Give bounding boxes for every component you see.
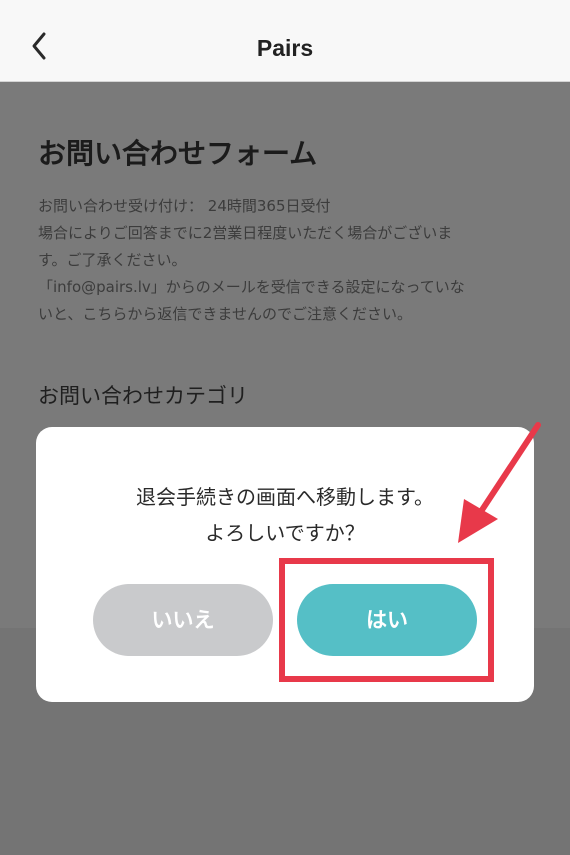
note-line: 場合によりご回答までに2営業日程度いただく場合がございま	[38, 224, 453, 242]
navigation-bar: Pairs	[0, 0, 570, 82]
form-notes: お問い合わせ受け付け： 24時間365日受付 場合によりご回答までに2営業日程度…	[38, 193, 528, 328]
category-label: お問い合わせカテゴリ	[38, 384, 248, 408]
note-line: いと、こちらから返信できませんのでご注意ください。	[38, 305, 412, 323]
arrow-annotation-icon	[458, 422, 541, 543]
note-line: す。ご了承ください。	[38, 251, 187, 269]
note-line: 「info@pairs.lv」からのメールを受信できる設定になっていな	[38, 278, 465, 296]
no-button[interactable]: いいえ	[93, 584, 273, 656]
form-title: お問い合わせフォーム	[38, 137, 318, 170]
page-title: Pairs	[256, 35, 314, 61]
highlight-annotation-box	[279, 558, 494, 682]
note-line: お問い合わせ受け付け： 24時間365日受付	[38, 197, 331, 215]
